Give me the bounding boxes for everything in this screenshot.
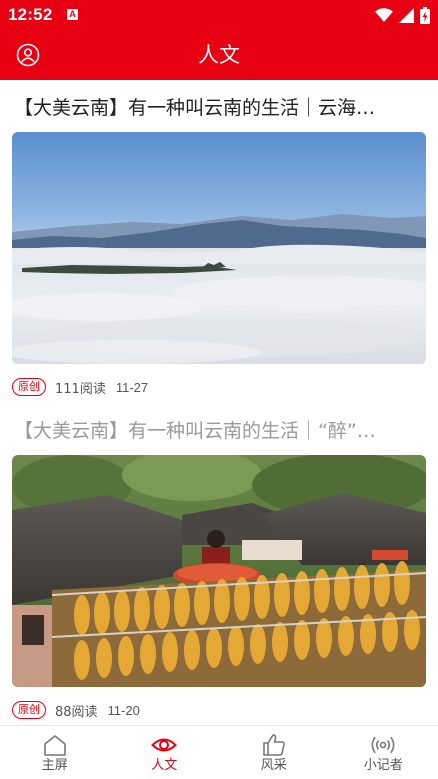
nav-item-culture[interactable]: 人文: [110, 726, 220, 779]
article-title[interactable]: 【大美云南】有一种叫云南的生活｜云海…: [12, 93, 426, 123]
nav-item-home[interactable]: 主屏: [0, 726, 110, 779]
nav-label: 人文: [151, 758, 177, 774]
notification-a-icon: A: [67, 9, 78, 20]
page-title: 人文: [0, 40, 438, 70]
nav-label: 风采: [261, 758, 287, 774]
read-count: 111阅读: [55, 378, 106, 397]
article-thumbnail[interactable]: [12, 132, 426, 364]
article-card[interactable]: 【大美云南】有一种叫云南的生活｜“醉”…: [0, 398, 438, 721]
publish-date: 11-20: [108, 703, 140, 718]
original-badge: 原创: [12, 378, 46, 396]
broadcast-icon: [370, 732, 396, 758]
status-time: 12:52: [8, 5, 52, 25]
nav-item-reporter[interactable]: 小记者: [329, 726, 438, 779]
bottom-nav: 主屏 人文 风采 小记者: [0, 725, 438, 779]
article-thumbnail[interactable]: [12, 455, 426, 687]
article-meta: 原创 88阅读 11-20: [12, 699, 426, 721]
status-bar: 12:52 A: [0, 0, 438, 30]
original-badge: 原创: [12, 701, 46, 719]
eye-icon: [151, 732, 177, 758]
home-icon: [42, 732, 68, 758]
article-title[interactable]: 【大美云南】有一种叫云南的生活｜“醉”…: [12, 416, 426, 446]
signal-icon: [399, 8, 414, 23]
read-count: 88阅读: [55, 701, 98, 720]
nav-label: 主屏: [42, 758, 68, 774]
article-card[interactable]: 【大美云南】有一种叫云南的生活｜云海…: [0, 80, 438, 398]
thumbs-up-icon: [261, 732, 287, 758]
publish-date: 11-27: [116, 380, 148, 395]
app-header: 人文: [0, 30, 438, 80]
status-icons: [375, 6, 430, 24]
nav-item-style[interactable]: 风采: [219, 726, 329, 779]
article-feed[interactable]: 【大美云南】有一种叫云南的生活｜云海…: [0, 80, 438, 725]
nav-label: 小记者: [364, 758, 403, 774]
article-meta: 原创 111阅读 11-27: [12, 376, 426, 398]
wifi-icon: [375, 8, 393, 23]
battery-charging-icon: [420, 7, 430, 24]
